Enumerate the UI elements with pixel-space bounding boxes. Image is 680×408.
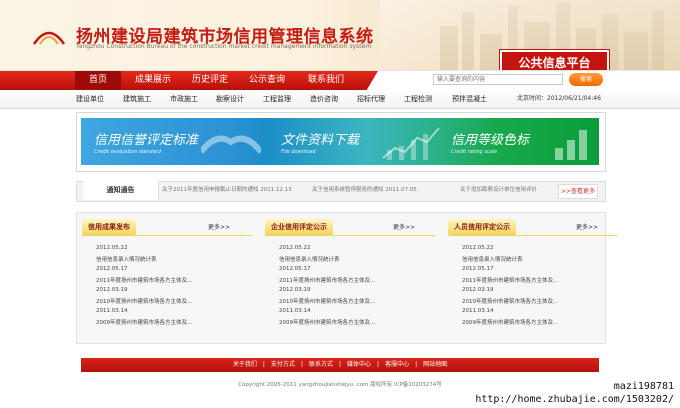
notice-item[interactable]: 关于2011年度信用申报截止日期的通知 2011.12.13 [162,181,292,200]
list-date: 2012.03.19 [279,287,311,293]
list-date: 2011.03.14 [279,308,311,314]
notice-item[interactable]: 关于信用系统暂停服务的通知 2011.07.05 [312,181,417,200]
search-input[interactable] [433,74,563,85]
list-date: 2011.03.14 [462,308,494,314]
list-date: 2012.03.19 [96,287,128,293]
datetime-display: 北京时间：2012/06/21/04:46 [517,95,601,102]
banner-subtitle-rating: Credit rating scale [451,149,498,155]
list-item[interactable]: 信用信息录入情况统计表 [96,255,157,263]
handshake-icon [201,135,261,154]
footer-link-service[interactable]: 客服中心 [382,361,412,368]
banner-title-download[interactable]: 文件资料下载 [281,129,359,148]
panel-divider [82,235,252,236]
list-date: 2012.05.17 [96,266,128,272]
list-item[interactable]: 2011年度扬州市建筑市场各方主体及... [279,276,375,284]
list-item[interactable]: 2010年度扬州市建筑市场各方主体及... [462,297,558,305]
copyright-text: Copyright 2005-2011 yangzhoujianshejyu .… [238,382,442,388]
panel-more-link[interactable]: 更多>> [208,222,230,231]
footer-link-sitemap[interactable]: 网站地图 [420,361,450,368]
footer-separator: | [300,361,303,368]
list-item[interactable]: 信用信息录入情况统计表 [462,255,523,263]
footer-link-payment[interactable]: 支付方式 [268,361,298,368]
subnav-item-construction[interactable]: 建筑施工 [123,90,151,108]
panel-more-link[interactable]: 更多>> [576,222,598,231]
nav-item-contact[interactable]: 联系我们 [298,71,354,90]
panel-title: 人员信用评定公示 [448,219,516,235]
panel-more-link[interactable]: 更多>> [393,222,415,231]
banner: 信用信誉评定标准 Credit evaluation standard 文件资料… [81,118,599,165]
subnav-item-cost[interactable]: 造价咨询 [310,90,338,108]
notice-label: 通知通告 [83,181,159,200]
watermark-url: http://home.zhubajie.com/1503202/ [475,394,674,405]
subnav-item-municipal[interactable]: 市政施工 [170,90,198,108]
list-item[interactable]: 2009年度扬州市建筑市场各方主体及... [96,318,192,326]
panel-title: 企业信用评定公示 [265,219,333,235]
list-date: 2012.05.17 [279,266,311,272]
footer-separator: | [415,361,418,368]
panel-title: 信用成果发布 [82,219,136,235]
sub-nav: 建设单位 建筑施工 市政施工 勘察设计 工程监理 造价咨询 招标代理 工程检测 … [0,90,680,109]
list-item[interactable]: 2009年度扬州市建筑市场各方主体及... [279,318,375,326]
footer-separator: | [377,361,380,368]
subnav-item-survey[interactable]: 勘察设计 [216,90,244,108]
notice-more-link[interactable]: >>查看更多 [558,184,598,199]
footer-links-bar: 关于我们 | 支付方式 | 联系方式 | 媒体中心 | 客服中心 | 网站地图 [81,358,599,372]
chart-icon [382,127,440,160]
search-button[interactable]: 搜索 [569,73,603,86]
color-chart-icon [555,130,587,160]
list-item[interactable]: 2011年度扬州市建筑市场各方主体及... [462,276,558,284]
list-date: 2011.03.14 [96,308,128,314]
subnav-item-bidding[interactable]: 招标代理 [357,90,385,108]
nav-item-query[interactable]: 公示查询 [241,71,293,90]
banner-title-rating[interactable]: 信用等级色标 [451,129,529,148]
watermark-user: mazi198781 [613,381,674,392]
nav-item-home[interactable]: 首页 [75,71,121,90]
footer-separator: | [262,361,265,368]
footer-link-media[interactable]: 媒体中心 [344,361,374,368]
list-date: 2012.03.19 [462,287,494,293]
list-item[interactable]: 2011年度扬州市建筑市场各方主体及... [96,276,192,284]
list-date: 2012.05.17 [462,266,494,272]
list-date: 2012.05.22 [96,245,128,251]
banner-subtitle-standard: Credit evaluation standard [94,149,161,155]
logo-icon [32,31,66,45]
list-item[interactable]: 2010年度扬州市建筑市场各方主体及... [279,297,375,305]
panel-divider [265,235,435,236]
footer-link-about[interactable]: 关于我们 [230,361,260,368]
subnav-item-testing[interactable]: 工程检测 [404,90,432,108]
list-item[interactable]: 2009年度扬州市建筑市场各方主体及... [462,318,558,326]
notice-item[interactable]: 关于增加勘察设计单位信用评价 [460,181,554,200]
footer-separator: | [338,361,342,368]
list-date: 2012.05.22 [462,245,494,251]
panel-divider [448,235,618,236]
site-subtitle: Yangzhou Construction Bureau of the cons… [76,43,372,50]
footer-link-contact[interactable]: 联系方式 [306,361,336,368]
nav-item-results[interactable]: 成果展示 [127,71,179,90]
banner-subtitle-download: File download [281,149,316,155]
subnav-item-owner[interactable]: 建设单位 [76,90,104,108]
list-item[interactable]: 2010年度扬州市建筑市场各方主体及... [96,297,192,305]
nav-item-history[interactable]: 历史评定 [184,71,236,90]
subnav-item-concrete[interactable]: 预拌混凝土 [452,90,487,108]
site-header: 扬州建设局建筑市场信用管理信息系统 Yangzhou Construction … [0,0,680,74]
banner-title-standard[interactable]: 信用信誉评定标准 [94,129,198,148]
list-item[interactable]: 信用信息录入情况统计表 [279,255,340,263]
list-date: 2012.05.22 [279,245,311,251]
subnav-item-supervision[interactable]: 工程监理 [263,90,291,108]
